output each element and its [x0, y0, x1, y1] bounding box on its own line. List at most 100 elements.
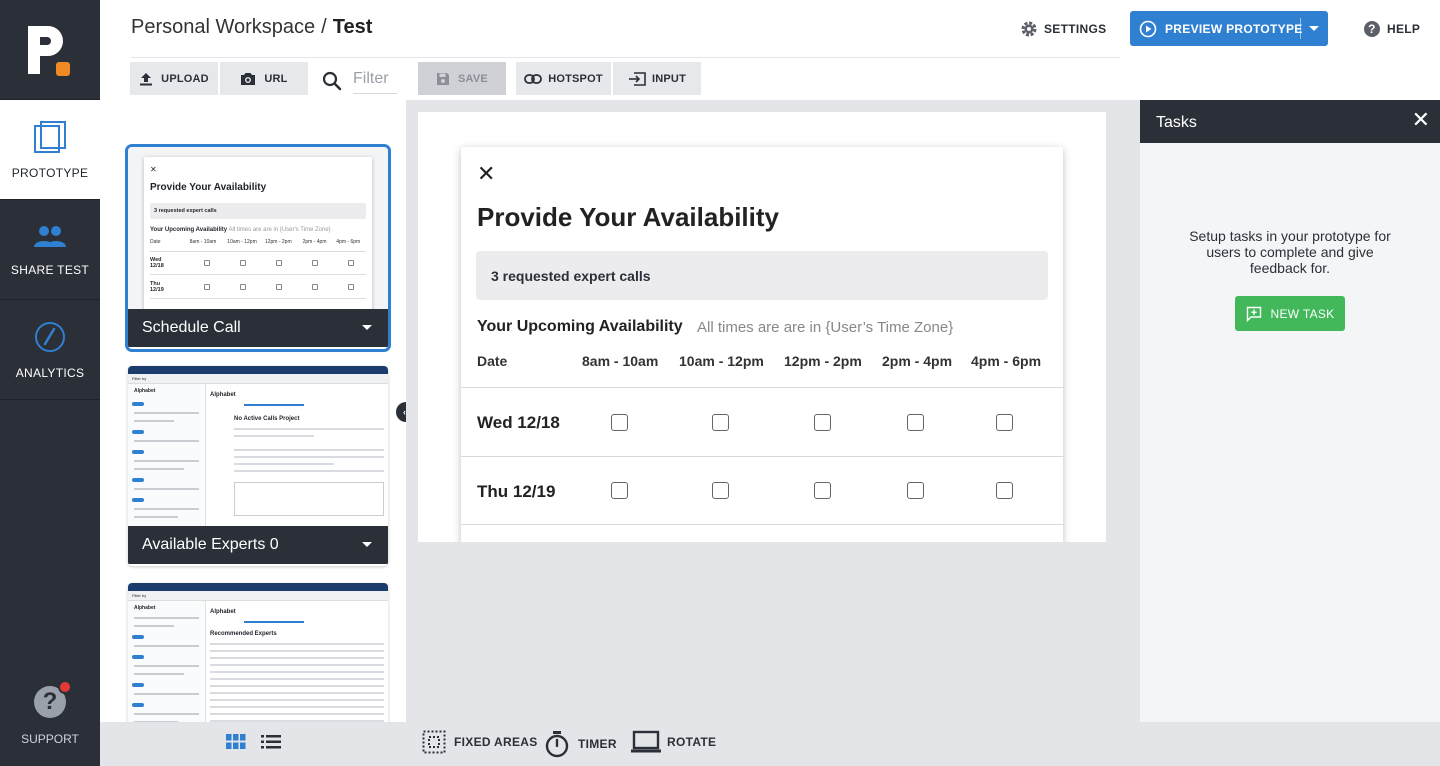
- rotate-button[interactable]: ROTATE: [631, 730, 716, 754]
- mini-sidebar: Alphabet: [128, 601, 206, 722]
- screen-thumbnail: Filter by Alphabet Alphabet Recommended …: [128, 583, 388, 722]
- mini-section-title: Alphabet: [210, 392, 236, 398]
- nav-item-label: PROTOTYPE: [11, 165, 89, 180]
- nav-item-analytics[interactable]: ANALYTICS: [0, 300, 100, 400]
- fixed-areas-button[interactable]: FIXED AREAS: [422, 730, 538, 754]
- chevron-down-icon[interactable]: [1309, 26, 1319, 32]
- mini-requested: 3 requested expert calls: [150, 203, 366, 219]
- preview-label: PREVIEW PROTOTYPE: [1165, 21, 1303, 36]
- slot-header: 10am - 12pm: [679, 353, 764, 369]
- mini-nav-bar: [128, 366, 388, 374]
- play-circle-icon: [1139, 20, 1157, 37]
- mini-slot: 2pm - 4pm: [302, 239, 327, 245]
- screen-list: ✕ Provide Your Availability 3 requested …: [100, 100, 406, 722]
- input-icon: [629, 71, 646, 86]
- tasks-header: Tasks ✕: [1140, 100, 1440, 143]
- upcoming-heading: Your Upcoming Availability: [477, 318, 683, 335]
- screen-card-schedule-call[interactable]: ✕ Provide Your Availability 3 requested …: [125, 144, 391, 352]
- url-label: URL: [264, 72, 288, 85]
- url-button[interactable]: URL: [220, 62, 308, 95]
- left-nav: PROTOTYPE SHARE TEST ANALYTICS ? SUPPORT: [0, 0, 100, 766]
- laptop-icon: [631, 730, 661, 753]
- close-icon[interactable]: ✕: [1412, 109, 1430, 131]
- new-task-label: NEW TASK: [1270, 306, 1335, 321]
- screen-card-available-experts[interactable]: Filter by Alphabet Alphabet No Active Ca…: [128, 366, 388, 566]
- screen-thumbnail: Filter by Alphabet Alphabet No Active Ca…: [128, 366, 388, 526]
- new-task-button[interactable]: NEW TASK: [1235, 296, 1345, 331]
- timezone-note: All times are are in {User’s Time Zone}: [697, 319, 954, 336]
- screen-caption[interactable]: Available Experts 0: [128, 526, 388, 564]
- input-button[interactable]: INPUT: [613, 62, 701, 95]
- breadcrumb-workspace[interactable]: Personal Workspace: [131, 16, 315, 38]
- mini-heading: No Active Calls Project: [234, 416, 300, 422]
- mini-sidebar: Alphabet: [128, 384, 206, 526]
- mini-availability-modal: ✕ Provide Your Availability 3 requested …: [144, 157, 372, 309]
- help-label: HELP: [1387, 22, 1421, 36]
- fixed-areas-icon: [422, 730, 446, 754]
- screen-thumbnail: ✕ Provide Your Availability 3 requested …: [128, 147, 388, 309]
- help-icon: ?: [1364, 21, 1380, 37]
- screen-card-recommended-experts[interactable]: Filter by Alphabet Alphabet Recommended …: [128, 583, 388, 722]
- chevron-down-icon[interactable]: [362, 542, 372, 547]
- availability-checkbox[interactable]: [996, 414, 1013, 431]
- availability-checkbox[interactable]: [712, 482, 729, 499]
- row-divider: [461, 456, 1063, 457]
- chevron-down-icon[interactable]: [362, 325, 372, 330]
- preview-prototype-button[interactable]: PREVIEW PROTOTYPE: [1130, 11, 1328, 46]
- grid-view-icon[interactable]: [226, 734, 246, 750]
- close-icon[interactable]: ✕: [477, 161, 495, 187]
- top-bar: Personal Workspace / Test SETTINGS PREVIEW…: [100, 0, 1440, 100]
- settings-button[interactable]: SETTINGS: [1020, 20, 1106, 38]
- mini-main: Alphabet No Active Calls Project: [210, 388, 384, 516]
- date-header: Date: [477, 353, 508, 369]
- timer-button[interactable]: TIMER: [544, 730, 617, 758]
- mini-slot: 4pm - 6pm: [336, 239, 361, 245]
- availability-checkbox[interactable]: [712, 414, 729, 431]
- hotspot-label: HOTSPOT: [548, 72, 603, 85]
- close-icon: ✕: [150, 165, 157, 174]
- upload-button[interactable]: UPLOAD: [130, 62, 218, 95]
- mini-slot: 8am - 10am: [189, 239, 217, 245]
- filter-input[interactable]: [353, 64, 397, 94]
- availability-checkbox[interactable]: [814, 414, 831, 431]
- modal-title: Provide Your Availability: [477, 202, 779, 232]
- nav-item-label: SHARE TEST: [10, 262, 90, 277]
- slot-header: 4pm - 6pm: [971, 353, 1042, 369]
- list-view-icon[interactable]: [261, 735, 281, 749]
- mini-section: Alphabet: [134, 388, 156, 394]
- help-circle-icon: ?: [34, 680, 72, 718]
- settings-label: SETTINGS: [1044, 22, 1107, 36]
- people-icon: [34, 225, 66, 247]
- save-button[interactable]: SAVE: [418, 62, 506, 95]
- availability-checkbox[interactable]: [814, 482, 831, 499]
- tasks-title: Tasks: [1156, 114, 1197, 131]
- mini-section: Alphabet: [134, 605, 156, 611]
- nav-item-prototype[interactable]: PROTOTYPE: [0, 100, 100, 200]
- breadcrumb: Personal Workspace / Test: [131, 16, 372, 39]
- mini-slot: 12pm - 2pm: [264, 239, 292, 245]
- screen-caption[interactable]: Schedule Call: [128, 309, 388, 347]
- availability-checkbox[interactable]: [907, 414, 924, 431]
- app-logo[interactable]: [0, 0, 100, 100]
- availability-checkbox[interactable]: [996, 482, 1013, 499]
- nav-item-share-test[interactable]: SHARE TEST: [0, 200, 100, 300]
- mini-heading: Recommended Experts: [210, 631, 277, 637]
- hotspot-button[interactable]: HOTSPOT: [516, 62, 611, 95]
- gauge-icon: [35, 321, 65, 352]
- availability-modal: ✕ Provide Your Availability 3 requested …: [461, 147, 1063, 542]
- support-label: SUPPORT: [21, 732, 79, 746]
- logo-icon: [28, 25, 70, 76]
- availability-checkbox[interactable]: [907, 482, 924, 499]
- mini-filter-bar: Filter by: [128, 591, 388, 601]
- availability-checkbox[interactable]: [611, 414, 628, 431]
- support-button[interactable]: ? SUPPORT: [0, 680, 100, 746]
- help-button[interactable]: ? HELP: [1363, 20, 1420, 38]
- add-comment-icon: [1246, 306, 1261, 322]
- mini-row: Thu 12/19: [150, 275, 366, 299]
- input-label: INPUT: [652, 72, 686, 85]
- breadcrumb-project: Test: [332, 16, 373, 38]
- day-label: Wed 12/18: [477, 413, 560, 432]
- link-icon: [524, 73, 543, 84]
- search-icon[interactable]: [322, 71, 342, 91]
- availability-checkbox[interactable]: [611, 482, 628, 499]
